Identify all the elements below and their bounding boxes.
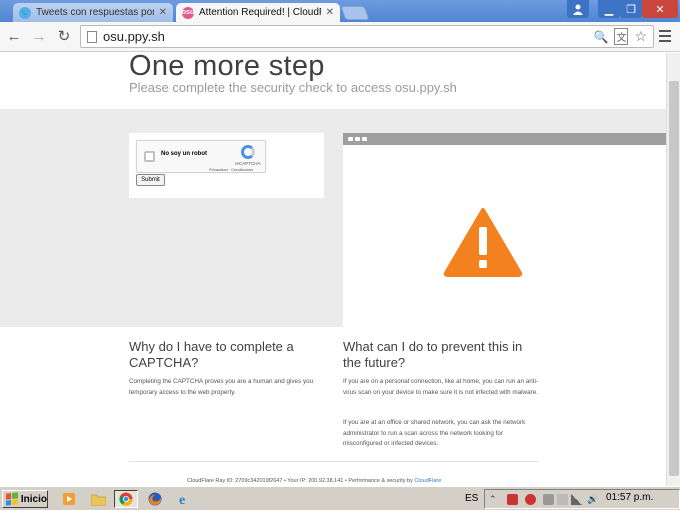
browser-toolbar: ← → ↻ osu.ppy.sh 🔍 文 ☆	[0, 22, 680, 52]
recaptcha-brand: reCAPTCHA	[235, 161, 261, 166]
close-tab-icon[interactable]: ✕	[159, 7, 167, 18]
cloudflare-link[interactable]: CloudFlare	[414, 478, 441, 484]
prevent-title: What can I do to prevent this in the fut…	[343, 339, 523, 370]
scrollbar-thumb[interactable]	[669, 81, 679, 476]
vertical-scrollbar[interactable]	[666, 53, 680, 486]
prevent-text-1: If you are on a personal connection, lik…	[343, 378, 538, 396]
performance-text: Performance & security by	[348, 478, 413, 484]
why-text: Completing the CAPTCHA proves you are a …	[129, 378, 314, 396]
start-label: Inicio	[20, 493, 47, 505]
forward-icon[interactable]: →	[30, 27, 48, 45]
windows-logo-icon	[6, 492, 18, 506]
tray-volume-icon[interactable]: 🔊	[587, 494, 598, 505]
user-icon[interactable]	[567, 0, 589, 18]
start-button[interactable]: Inicio	[2, 490, 48, 508]
star-icon[interactable]: ☆	[634, 28, 647, 45]
illustration-titlebar	[343, 133, 666, 145]
page-subtitle: Please complete the security check to ac…	[129, 80, 457, 95]
tray-device-icon[interactable]	[557, 494, 568, 505]
reload-icon[interactable]: ↻	[55, 27, 73, 45]
tab-twitter[interactable]: 🐦 Tweets con respuestas por C ✕	[13, 3, 173, 22]
zoom-icon[interactable]: 🔍	[593, 30, 608, 44]
close-window-button[interactable]: ✕	[642, 0, 678, 18]
folder-icon[interactable]	[86, 490, 110, 508]
page-viewport: One more step Please complete the securi…	[0, 53, 666, 486]
new-tab-button[interactable]	[340, 6, 370, 20]
browser-illustration	[343, 133, 666, 327]
close-tab-icon[interactable]: ✕	[326, 7, 334, 18]
captcha-container: No soy un robot reCAPTCHA Privacidad · C…	[129, 133, 324, 198]
submit-button[interactable]: Submit	[136, 174, 165, 186]
tray-expand-icon[interactable]: ⌃	[489, 494, 500, 505]
illustration-dot	[348, 137, 353, 141]
media-player-icon[interactable]	[57, 490, 81, 508]
tab-attention-required[interactable]: osu Attention Required! | CloudFl ✕	[176, 3, 340, 22]
tab-title: Tweets con respuestas por C	[36, 7, 154, 18]
page-icon	[87, 30, 97, 43]
prevent-text-2: If you are at an office or shared networ…	[343, 419, 526, 447]
minimize-button[interactable]: ▁	[598, 0, 620, 18]
recaptcha-icon	[241, 145, 255, 159]
svg-text:e: e	[179, 493, 185, 506]
why-title: Why do I have to complete a CAPTCHA?	[129, 339, 294, 370]
illustration-dot	[362, 137, 367, 141]
recaptcha-widget: No soy un robot reCAPTCHA Privacidad · C…	[136, 140, 266, 173]
illustration-dot	[355, 137, 360, 141]
recaptcha-label: No soy un robot	[161, 151, 207, 157]
maximize-button[interactable]: ❐	[620, 0, 642, 18]
tab-title: Attention Required! | CloudFl	[199, 7, 321, 18]
tray-security-icon[interactable]	[543, 494, 554, 505]
tab-strip: 🐦 Tweets con respuestas por C ✕ osu Atte…	[0, 0, 680, 22]
tray-app-icon[interactable]	[525, 494, 536, 505]
translate-icon[interactable]: 文	[614, 28, 629, 45]
page-title: One more step	[129, 53, 325, 82]
chrome-icon[interactable]	[114, 490, 138, 508]
osu-icon: osu	[182, 6, 194, 19]
firefox-icon[interactable]	[143, 490, 167, 508]
system-clock[interactable]: 01:57 p.m.	[606, 492, 653, 503]
language-indicator[interactable]: ES	[465, 493, 478, 504]
url-text[interactable]: osu.ppy.sh	[103, 29, 593, 44]
windows-taskbar: Inicio e ES ⌃ 🔊 01:57 p.m.	[0, 486, 680, 510]
warning-icon	[443, 208, 523, 277]
back-icon[interactable]: ←	[5, 27, 23, 45]
ie-icon[interactable]: e	[172, 490, 196, 508]
twitter-icon: 🐦	[19, 6, 31, 19]
address-bar[interactable]: osu.ppy.sh 🔍 文 ☆	[80, 25, 654, 48]
ray-id: CloudFlare Ray ID: 2709c342019f2647	[187, 478, 283, 484]
footer-divider	[129, 461, 538, 462]
recaptcha-links[interactable]: Privacidad · Condiciones	[209, 167, 253, 172]
cloudflare-footer: CloudFlare Ray ID: 2709c342019f2647 • Yo…	[187, 478, 441, 484]
tray-signal-icon[interactable]	[571, 494, 582, 505]
menu-icon[interactable]	[659, 30, 671, 42]
visitor-ip: Your IP: 200.92.38.141	[287, 478, 344, 484]
recaptcha-checkbox[interactable]	[144, 151, 155, 162]
tray-network-icon[interactable]	[507, 494, 518, 505]
